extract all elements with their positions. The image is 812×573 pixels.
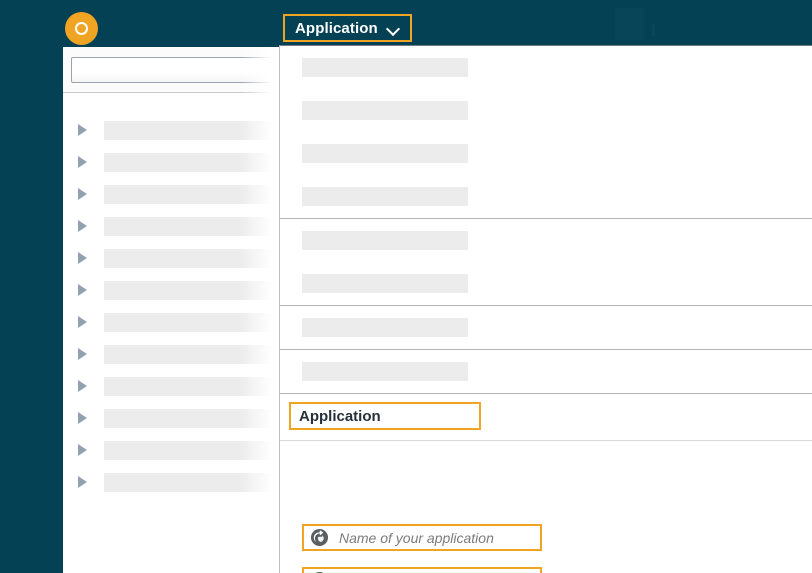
tree-row-label-placeholder xyxy=(104,217,285,236)
caret-right-icon[interactable] xyxy=(78,124,87,136)
tree-row-label-placeholder xyxy=(104,121,285,140)
menu-group xyxy=(280,219,812,306)
application-section-title: Application xyxy=(289,402,481,430)
menu-item[interactable] xyxy=(280,306,812,349)
application-section-header: Application xyxy=(280,394,812,441)
sidebar xyxy=(63,47,285,573)
tree-row[interactable] xyxy=(63,150,285,182)
tree-row[interactable] xyxy=(63,342,285,374)
globe-arrow-icon xyxy=(310,528,329,547)
menu-group xyxy=(280,350,812,394)
tree-row[interactable] xyxy=(63,406,285,438)
caret-right-icon[interactable] xyxy=(78,252,87,264)
caret-right-icon[interactable] xyxy=(78,284,87,296)
tree-row-label-placeholder xyxy=(104,441,285,460)
tree-row[interactable] xyxy=(63,246,285,278)
tree-row[interactable] xyxy=(63,470,285,502)
tree-row-label-placeholder xyxy=(104,249,285,268)
application-window: Application Application Name of your appl… xyxy=(0,0,812,573)
menu-group xyxy=(280,46,812,219)
caret-right-icon[interactable] xyxy=(78,348,87,360)
tree-row[interactable] xyxy=(63,310,285,342)
caret-right-icon[interactable] xyxy=(78,412,87,424)
tree-row-label-placeholder xyxy=(104,345,285,364)
menu-item[interactable] xyxy=(280,175,812,218)
app-logo-icon[interactable] xyxy=(65,12,98,45)
menu-item-label-placeholder xyxy=(302,101,468,120)
tree-row-label-placeholder xyxy=(104,313,285,332)
tree-row-label-placeholder xyxy=(104,377,285,396)
menu-item-label-placeholder xyxy=(302,274,468,293)
menu-item[interactable] xyxy=(280,262,812,305)
caret-right-icon[interactable] xyxy=(78,220,87,232)
application-dropdown-panel: Application Name of your application Name … xyxy=(279,45,812,573)
tree-row[interactable] xyxy=(63,438,285,470)
tree-row-label-placeholder xyxy=(104,185,285,204)
tree-row[interactable] xyxy=(63,214,285,246)
app-logo-ring xyxy=(75,22,88,35)
menu-item[interactable] xyxy=(280,89,812,132)
menu-item-label-placeholder xyxy=(302,58,468,77)
tree-row-label-placeholder xyxy=(104,409,285,428)
tree-row-label-placeholder xyxy=(104,473,285,492)
application-menu-label: Application xyxy=(295,19,378,37)
left-rail xyxy=(0,47,63,573)
tree-row[interactable] xyxy=(63,182,285,214)
topbar-ghost-block xyxy=(615,8,643,40)
application-entry[interactable]: Name of your application xyxy=(302,567,542,573)
tree-row[interactable] xyxy=(63,278,285,310)
tree-row-label-placeholder xyxy=(104,281,285,300)
caret-right-icon[interactable] xyxy=(78,188,87,200)
search-input[interactable] xyxy=(71,57,285,83)
menu-item[interactable] xyxy=(280,132,812,175)
tree-row-label-placeholder xyxy=(104,153,285,172)
caret-right-icon[interactable] xyxy=(78,156,87,168)
menu-item-label-placeholder xyxy=(302,318,468,337)
topbar-ghost-divider xyxy=(652,24,655,36)
menu-item[interactable] xyxy=(280,350,812,393)
sidebar-search-container xyxy=(63,47,285,93)
menu-item-label-placeholder xyxy=(302,362,468,381)
chevron-down-icon xyxy=(387,24,400,32)
application-entry[interactable]: Name of your application xyxy=(302,524,542,551)
caret-right-icon[interactable] xyxy=(78,380,87,392)
caret-right-icon[interactable] xyxy=(78,476,87,488)
caret-right-icon[interactable] xyxy=(78,316,87,328)
menu-item-label-placeholder xyxy=(302,231,468,250)
sidebar-tree xyxy=(63,93,285,573)
application-entry-label: Name of your application xyxy=(339,529,494,546)
menu-item[interactable] xyxy=(280,46,812,89)
menu-item-label-placeholder xyxy=(302,187,468,206)
tree-row[interactable] xyxy=(63,118,285,150)
menu-item-label-placeholder xyxy=(302,144,468,163)
menu-item[interactable] xyxy=(280,219,812,262)
menu-group xyxy=(280,306,812,350)
application-menu-button[interactable]: Application xyxy=(283,14,412,42)
caret-right-icon[interactable] xyxy=(78,444,87,456)
tree-row[interactable] xyxy=(63,374,285,406)
